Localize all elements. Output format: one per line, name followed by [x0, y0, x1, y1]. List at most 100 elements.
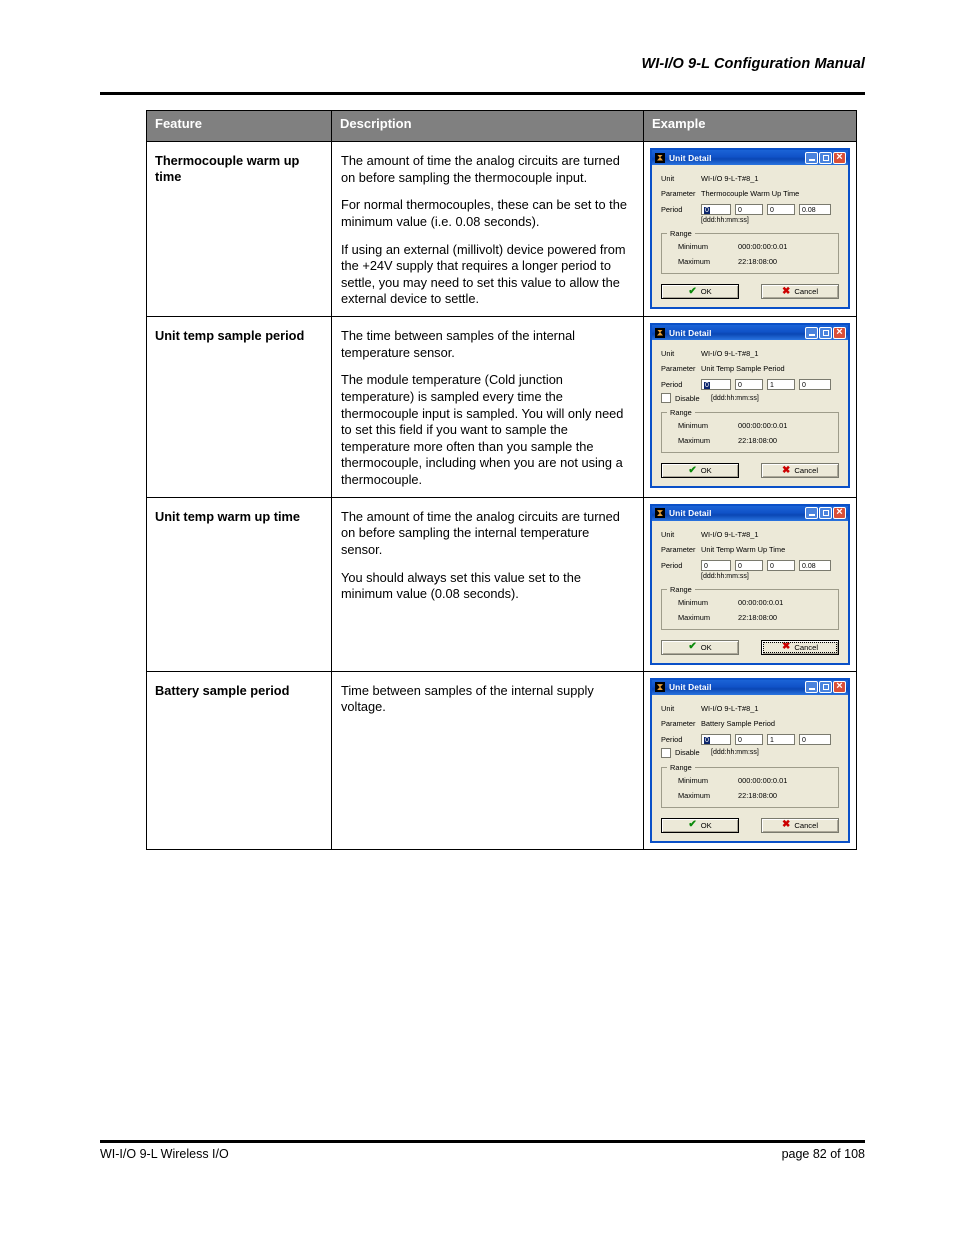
range-group: Range Minimum 00:00:00:0.01 Maximum 22:18:08… [661, 584, 839, 630]
description-paragraph: You should always set this value set to … [341, 569, 581, 602]
range-group: Range Minimum 000:00:00:0.01 Maximum 22:18:0… [661, 762, 839, 808]
page-header-title: WI-I/O 9-L Configuration Manual [641, 56, 865, 72]
ok-button[interactable]: ✔ OK [661, 284, 739, 299]
period-row: Period 0 0 0 0.08 [661, 559, 839, 571]
period-hours-input[interactable]: 0 [735, 379, 763, 390]
minimize-icon[interactable] [805, 326, 818, 339]
cancel-button-label: Cancel [794, 466, 819, 475]
period-minutes-input[interactable]: 0 [767, 559, 795, 571]
period-seconds-input[interactable]: 0.08 [799, 204, 831, 215]
column-header-description: Description [331, 110, 644, 142]
parameter-row: Parameter Unit Temp Warm Up Time [661, 545, 839, 554]
description-cell: The time between samples of the internal… [331, 316, 644, 498]
period-hours-input[interactable]: 0 [735, 733, 763, 745]
period-label: Period [661, 560, 683, 570]
parameter-value: Thermocouple Warm Up Time [701, 189, 800, 198]
period-label: Period [661, 380, 683, 389]
app-icon [655, 327, 665, 338]
dialog-button-bar: ✔ OK ✖ Cancel [661, 463, 839, 478]
period-minutes-input[interactable]: 1 [767, 379, 795, 390]
period-seconds-input[interactable]: 0 [799, 379, 831, 390]
description-cell: Time between samples of the internal sup… [331, 670, 644, 850]
disable-label: Disable [675, 748, 700, 758]
description-paragraph: If using an external (millivolt) device … [341, 241, 626, 307]
dialog-button-bar: ✔ OK ✖ Cancel [661, 639, 839, 655]
ok-button[interactable]: ✔ OK [661, 817, 739, 833]
parameter-label: Parameter [661, 718, 696, 728]
period-label: Period [661, 734, 683, 744]
cancel-button[interactable]: ✖ Cancel [761, 639, 839, 655]
period-hours-input[interactable]: 0 [735, 204, 763, 215]
close-icon[interactable] [833, 326, 846, 339]
ok-button[interactable]: ✔ OK [661, 639, 739, 655]
minimize-icon[interactable] [805, 681, 818, 694]
maximum-label: Maximum [678, 257, 711, 266]
ok-button[interactable]: ✔ OK [661, 463, 739, 478]
example-cell: Unit Detail Unit WI-I/O 9-L-T#8_1 Parameter… [643, 316, 857, 498]
period-format-hint: [ddd:hh:mm:ss] [711, 749, 759, 757]
maximize-icon[interactable] [819, 326, 832, 339]
period-seconds-input[interactable]: 0.08 [799, 559, 831, 571]
checkmark-icon: ✔ [688, 285, 697, 297]
minimum-value: 000:00:00:0.01 [738, 242, 788, 251]
table-row: Unit temp sample period The time between … [146, 316, 857, 498]
column-header-example: Example [643, 110, 857, 142]
period-minutes-input[interactable]: 0 [767, 204, 795, 215]
period-label: Period [661, 205, 683, 214]
footer-document-title: WI-I/O 9-L Wireless I/O [100, 1147, 229, 1161]
period-hours-input[interactable]: 0 [735, 559, 763, 571]
checkmark-icon: ✔ [688, 819, 697, 831]
period-row: Period 0 0 0 0.08 [661, 204, 839, 215]
dialog-titlebar: Unit Detail [650, 503, 850, 521]
range-group: Range Minimum 000:00:00:0.01 Maximum 22:18:0… [661, 408, 839, 453]
disable-checkbox[interactable] [661, 393, 671, 403]
disable-row: Disable [ddd:hh:mm:ss] [661, 393, 839, 403]
example-cell: Unit Detail Unit WI-I/O 9-L-T#8_1 Parameter… [643, 670, 857, 850]
cancel-button[interactable]: ✖ Cancel [761, 284, 839, 299]
dialog-body: Unit WI-I/O 9-L-T#8_1 Parameter Battery Sam… [652, 695, 848, 841]
description-paragraph: The amount of time the analog circuits a… [341, 508, 620, 557]
disable-checkbox[interactable] [661, 747, 671, 758]
close-icon[interactable] [833, 151, 846, 164]
disable-label: Disable [675, 393, 700, 403]
footer-divider [100, 1140, 865, 1143]
dialog-title: Unit Detail [669, 508, 712, 519]
close-icon[interactable] [833, 506, 846, 520]
header-divider [100, 92, 865, 95]
window-controls [805, 151, 846, 164]
period-days-input[interactable]: 0 [701, 204, 731, 215]
column-header-feature: Feature [146, 110, 332, 142]
range-minimum-row: Minimum 000:00:00:0.01 [670, 776, 830, 785]
cancel-button[interactable]: ✖ Cancel [761, 463, 839, 478]
minimum-label: Minimum [678, 242, 708, 251]
minimize-icon[interactable] [805, 507, 818, 520]
period-days-input[interactable]: 0 [701, 379, 731, 390]
period-seconds-input[interactable]: 0 [799, 733, 831, 745]
cancel-button-label: Cancel [794, 820, 819, 830]
unit-row: Unit WI-I/O 9-L-T#8_1 [661, 174, 839, 183]
period-days-input[interactable]: 0 [701, 733, 731, 745]
minimize-icon[interactable] [805, 151, 818, 164]
maximize-icon[interactable] [819, 507, 832, 520]
maximize-icon[interactable] [819, 681, 832, 694]
feature-cell: Thermocouple warm up time [146, 141, 332, 317]
dialog-titlebar: Unit Detail [650, 677, 850, 695]
unit-row: Unit WI-I/O 9-L-T#8_1 [661, 530, 839, 539]
period-minutes-input[interactable]: 1 [767, 733, 795, 745]
unit-value: WI-I/O 9-L-T#8_1 [701, 174, 759, 183]
ok-button-label: OK [700, 642, 712, 652]
cross-icon: ✖ [781, 819, 791, 831]
ok-button-label: OK [700, 820, 712, 830]
cancel-button[interactable]: ✖ Cancel [761, 817, 839, 833]
maximum-value: 22:18:08:00 [738, 612, 778, 622]
cancel-button-label: Cancel [794, 642, 819, 652]
selected-text: 0 [704, 736, 710, 744]
unit-value: WI-I/O 9-L-T#8_1 [701, 529, 759, 539]
period-days-input[interactable]: 0 [701, 559, 731, 571]
maximize-icon[interactable] [819, 151, 832, 164]
app-icon [655, 682, 665, 693]
close-icon[interactable] [833, 680, 846, 694]
checkmark-icon: ✔ [688, 641, 697, 653]
page-footer: WI-I/O 9-L Wireless I/O page 82 of 108 [100, 1147, 865, 1161]
dialog-titlebar: Unit Detail [650, 323, 850, 340]
